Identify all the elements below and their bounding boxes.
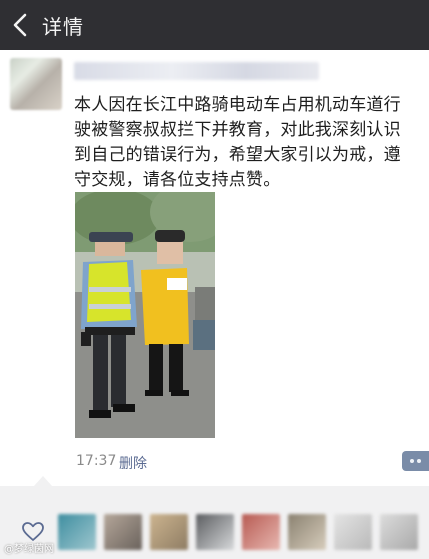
more-dots-icon[interactable] [402,451,429,471]
liker-avatar[interactable] [380,514,418,550]
page-title: 详情 [42,14,84,39]
watermark: @梦绿茵网 [4,544,54,555]
liker-avatar[interactable] [58,514,96,550]
post-text: 本人因在长江中路骑电动车占用机动车道行驶被警察叔叔拦下并教育，对此我深刻认识到自… [74,95,401,190]
user-nickname-blurred[interactable] [74,62,319,80]
liker-avatar[interactable] [104,514,142,550]
liker-avatar[interactable] [334,514,372,550]
top-navigation-bar: 详情 [0,0,429,50]
post-photo[interactable] [75,192,215,438]
post-time: 17:37 [76,453,117,469]
back-button[interactable] [0,0,40,50]
delete-link[interactable]: 删除 [119,453,147,473]
post-photo-image [75,192,215,438]
liker-avatar[interactable] [288,514,326,550]
liker-avatar[interactable] [150,514,188,550]
likes-pointer [34,476,52,486]
heart-outline-icon [22,522,44,541]
liker-avatar[interactable] [196,514,234,550]
chevron-left-icon [13,13,27,37]
liker-avatar[interactable] [242,514,280,550]
avatar[interactable] [10,58,62,110]
